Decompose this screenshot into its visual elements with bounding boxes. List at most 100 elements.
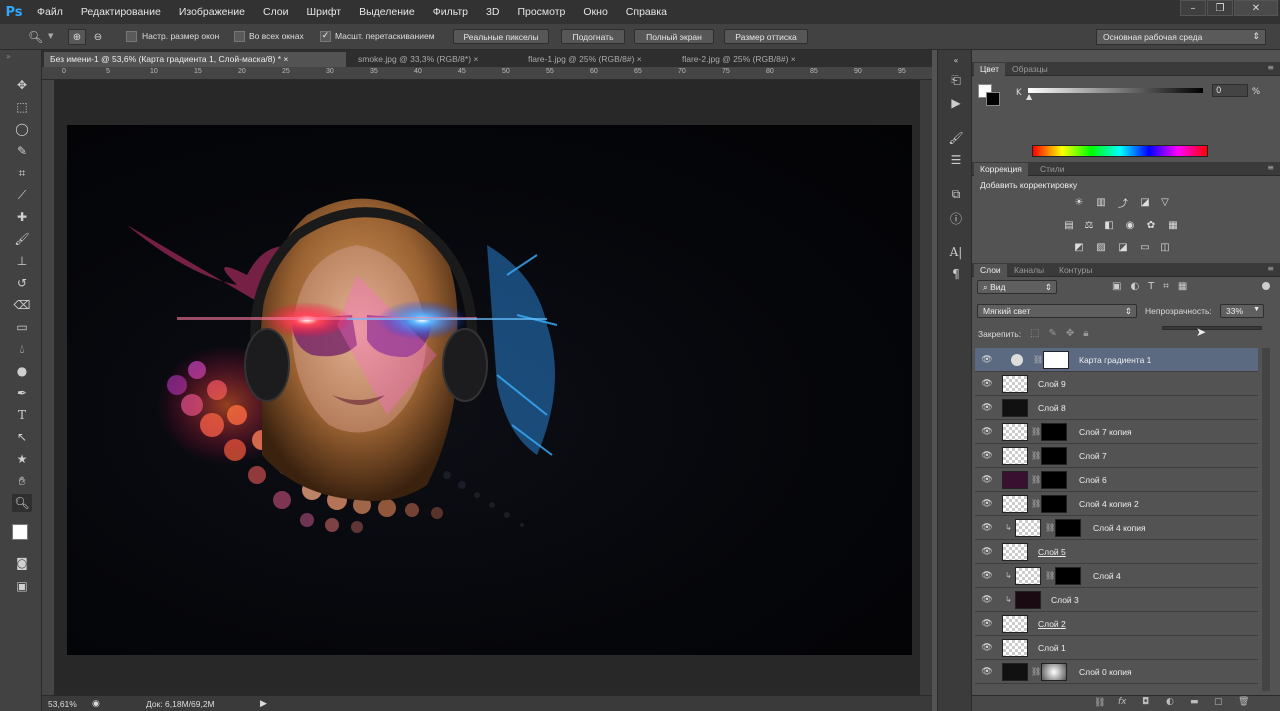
layer-mask-thumbnail[interactable] (1055, 567, 1081, 585)
background-swatch[interactable] (986, 92, 1000, 106)
curves-icon[interactable]: ⤴ (1116, 196, 1130, 210)
layer-thumbnail[interactable] (1002, 423, 1028, 441)
eye-icon[interactable]: 👁︎ (981, 642, 993, 654)
layer-thumbnail[interactable] (1002, 471, 1028, 489)
layer-row[interactable]: 👁︎ Слой 9 (975, 372, 1258, 396)
threshold-icon[interactable]: ◪ (1116, 241, 1130, 253)
k-slider-handle-icon[interactable]: ▲ (1026, 92, 1032, 101)
layer-name[interactable]: Слой 6 (1079, 475, 1107, 485)
eraser-tool-icon[interactable]: ⌫ (12, 296, 32, 314)
invert-icon[interactable]: ◩ (1072, 241, 1086, 253)
restore-icon[interactable]: ❐ (1207, 0, 1233, 16)
brightness-icon[interactable]: ☀ (1072, 196, 1086, 208)
pen-tool-icon[interactable]: ✒ (12, 384, 32, 402)
tab-close-icon[interactable]: × (791, 54, 796, 64)
eye-icon[interactable]: 👁︎ (981, 522, 993, 534)
eye-icon[interactable]: 👁︎ (981, 570, 993, 582)
layer-thumbnail[interactable] (1002, 663, 1028, 681)
layer-mask-thumbnail[interactable] (1041, 447, 1067, 465)
fill-screen-button[interactable]: Полный экран (634, 29, 714, 44)
opacity-field[interactable]: 33% ▼ (1220, 304, 1264, 318)
new-adjustment-icon[interactable]: ◐ (1166, 697, 1174, 707)
layer-row[interactable]: 👁︎ ⛓︎ Слой 6 (975, 468, 1258, 492)
layer-name[interactable]: Слой 5 (1038, 547, 1066, 557)
eye-icon[interactable]: 👁︎ (981, 498, 993, 510)
tab-smoke[interactable]: smoke.jpg @ 33,3% (RGB/8*) × (352, 52, 484, 67)
layer-thumbnail[interactable] (1002, 639, 1028, 657)
tab-flare-1[interactable]: flare-1.jpg @ 25% (RGB/8#) × (522, 52, 648, 67)
layer-row[interactable]: 👁︎ ⛓︎ Карта градиента 1 (975, 348, 1258, 372)
layer-thumbnail[interactable] (1002, 495, 1028, 513)
channel-mixer-icon[interactable]: ✿ (1144, 219, 1158, 231)
eye-icon[interactable]: 👁︎ (981, 666, 993, 678)
link-icon[interactable]: ⛓︎ (1031, 427, 1041, 436)
tab-close-icon[interactable]: × (637, 54, 642, 64)
new-layer-icon[interactable]: ▢ (1214, 697, 1223, 707)
gradient-tool-icon[interactable]: ▭ (12, 318, 32, 336)
layer-mask-thumbnail[interactable] (1043, 351, 1069, 369)
layer-row[interactable]: 👁︎ ⛓︎ Слой 0 копия (975, 660, 1258, 684)
menu-3d[interactable]: 3D (477, 0, 508, 24)
layer-name[interactable]: Слой 4 (1093, 571, 1121, 581)
eye-icon[interactable]: 👁︎ (981, 546, 993, 558)
menu-filter[interactable]: Фильтр (424, 0, 477, 24)
color-balance-icon[interactable]: ⚖ (1082, 219, 1096, 231)
link-layers-icon[interactable]: ⛓︎ (1094, 698, 1105, 708)
fx-icon[interactable]: fx (1118, 697, 1127, 707)
collapse-arrows-icon[interactable]: » (6, 52, 11, 61)
vibrance-icon[interactable]: ▽ (1158, 196, 1172, 208)
tab-close-icon[interactable]: × (473, 54, 478, 64)
layer-row[interactable]: 👁︎ Слой 2 (975, 612, 1258, 636)
link-icon[interactable]: ⛓︎ (1031, 475, 1041, 484)
info-panel-icon[interactable]: ⓘ (947, 210, 965, 226)
tab-adjustments[interactable]: Коррекция (974, 163, 1028, 176)
panel-menu-icon[interactable]: ≡ (1267, 264, 1274, 273)
brush-tool-icon[interactable]: 🖌︎ (12, 230, 32, 248)
all-windows-checkbox[interactable] (234, 31, 245, 42)
new-group-icon[interactable]: ▬ (1190, 697, 1199, 707)
layer-thumbnail[interactable] (1002, 615, 1028, 633)
layer-row[interactable]: 👁︎ ⛓︎ Слой 7 копия (975, 420, 1258, 444)
color-spectrum-ramp[interactable] (1032, 145, 1208, 157)
menu-select[interactable]: Выделение (350, 0, 424, 24)
menu-edit[interactable]: Редактирование (72, 0, 170, 24)
zoom-level[interactable]: 53,61% (48, 699, 77, 709)
link-icon[interactable]: ⛓︎ (1031, 451, 1041, 460)
tab-styles[interactable]: Стили (1034, 163, 1071, 176)
photo-filter-icon[interactable]: ◉ (1123, 219, 1137, 231)
move-tool-icon[interactable]: ✥ (12, 76, 32, 94)
layer-filter-icons[interactable]: ▣◐T⌗▦ (1112, 281, 1196, 292)
layer-thumbnail[interactable] (1015, 519, 1041, 537)
layer-thumbnail[interactable] (1015, 567, 1041, 585)
quick-mask-icon[interactable]: ◙ (12, 554, 32, 572)
resize-windows-checkbox[interactable] (126, 31, 137, 42)
blur-tool-icon[interactable]: 💧︎ (12, 340, 32, 358)
hue-saturation-icon[interactable]: ▤ (1062, 219, 1076, 231)
layer-name[interactable]: Слой 8 (1038, 403, 1066, 413)
layer-name[interactable]: Слой 7 (1079, 451, 1107, 461)
layer-row[interactable]: 👁︎ ↳ ⛓︎ Слой 4 копия (975, 516, 1258, 540)
screen-mode-icon[interactable]: ▣ (12, 577, 32, 595)
layer-name[interactable]: Слой 9 (1038, 379, 1066, 389)
zoom-tool-active-icon[interactable]: 🔍︎ (12, 494, 32, 512)
character-panel-icon[interactable]: A| (947, 244, 965, 260)
layers-scrollbar[interactable] (1262, 348, 1270, 691)
eyedropper-tool-icon[interactable]: ⟋ (12, 186, 32, 204)
layer-row[interactable]: 👁︎ ↳ Слой 3 (975, 588, 1258, 612)
eye-icon[interactable]: 👁︎ (981, 618, 993, 630)
brush-presets-icon[interactable]: ☰ (947, 152, 965, 168)
tab-flare-2[interactable]: flare-2.jpg @ 25% (RGB/8#) × (676, 52, 802, 67)
exposure-icon[interactable]: ◪ (1138, 196, 1152, 208)
trash-icon[interactable]: 🗑︎ (1238, 697, 1249, 707)
hand-tool-icon[interactable]: ✋︎ (12, 472, 32, 490)
tool-preset-arrow-icon[interactable]: ▼ (48, 32, 53, 40)
print-size-button[interactable]: Размер оттиска (724, 29, 808, 44)
opacity-slider-track[interactable] (1162, 326, 1262, 330)
layer-mask-thumbnail[interactable] (1041, 423, 1067, 441)
layer-name[interactable]: Слой 4 копия 2 (1079, 499, 1139, 509)
layer-name[interactable]: Слой 1 (1038, 643, 1066, 653)
foreground-color-swatch[interactable] (12, 524, 28, 540)
filter-toggle-icon[interactable] (1262, 282, 1270, 290)
brush-panel-icon[interactable]: 🖌︎ (947, 130, 965, 146)
eye-icon[interactable]: 👁︎ (981, 378, 993, 390)
